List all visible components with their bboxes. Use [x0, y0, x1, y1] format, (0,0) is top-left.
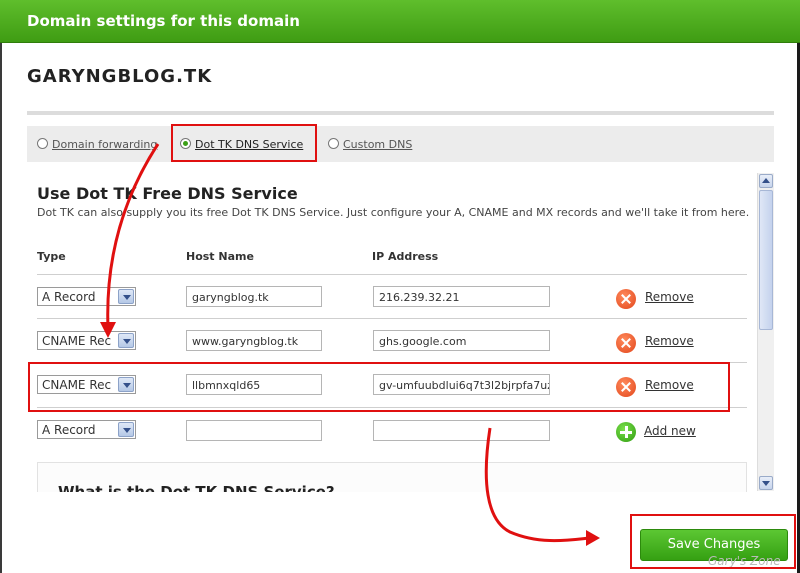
scrollbar-thumb[interactable]	[759, 190, 773, 330]
section-description: Dot TK can also supply you its free Dot …	[37, 206, 750, 219]
record-type-select[interactable]: CNAME Rec	[37, 331, 136, 350]
select-value: A Record	[42, 423, 96, 437]
column-header-type: Type	[37, 250, 66, 263]
service-options-bar: Domain forwarding Dot TK DNS Service Cus…	[27, 126, 774, 162]
frame-left-edge	[0, 43, 2, 573]
option-domain-forwarding[interactable]: Domain forwarding	[37, 138, 157, 151]
domain-name: GARYNGBLOG.TK	[27, 66, 213, 87]
dns-content-panel: Use Dot TK Free DNS Service Dot TK can a…	[27, 162, 757, 492]
vertical-scrollbar[interactable]	[757, 173, 774, 491]
select-value: A Record	[42, 290, 96, 304]
row-divider	[37, 318, 747, 319]
dialog-titlebar: Domain settings for this domain	[0, 0, 800, 43]
info-box: What is the Dot TK DNS Service?	[37, 462, 747, 492]
annotation-arrowhead	[586, 530, 600, 546]
ip-address-input[interactable]: 216.239.32.21	[373, 286, 550, 307]
chevron-down-icon[interactable]	[118, 333, 134, 348]
remove-x-icon[interactable]	[616, 333, 636, 353]
scroll-up-icon[interactable]	[759, 174, 773, 188]
header-divider	[27, 111, 774, 115]
info-heading: What is the Dot TK DNS Service?	[58, 483, 335, 492]
remove-link[interactable]: Remove	[645, 334, 694, 348]
host-name-input[interactable]: www.garyngblog.tk	[186, 330, 322, 351]
option-label: Domain forwarding	[52, 138, 158, 151]
host-name-input[interactable]	[186, 420, 322, 441]
ip-address-input[interactable]: ghs.google.com	[373, 330, 550, 351]
record-type-select[interactable]: A Record	[37, 287, 136, 306]
radio-icon[interactable]	[328, 138, 339, 149]
column-header-host: Host Name	[186, 250, 254, 263]
annotation-box-cname-row	[28, 362, 730, 412]
chevron-down-icon[interactable]	[118, 422, 134, 437]
dialog-title: Domain settings for this domain	[27, 12, 300, 30]
chevron-down-icon[interactable]	[118, 289, 134, 304]
row-divider	[37, 274, 747, 275]
remove-x-icon[interactable]	[616, 289, 636, 309]
radio-icon[interactable]	[37, 138, 48, 149]
add-plus-icon[interactable]	[616, 422, 636, 442]
annotation-box-dns-option	[171, 124, 317, 162]
remove-link[interactable]: Remove	[645, 290, 694, 304]
annotation-box-save	[630, 514, 796, 569]
select-value: CNAME Rec	[42, 334, 112, 348]
add-new-link[interactable]: Add new	[644, 424, 696, 438]
ip-address-input[interactable]	[373, 420, 550, 441]
scroll-down-icon[interactable]	[759, 476, 773, 490]
section-title: Use Dot TK Free DNS Service	[37, 184, 298, 203]
option-label: Custom DNS	[343, 138, 413, 151]
column-header-ip: IP Address	[372, 250, 439, 263]
record-type-select[interactable]: A Record	[37, 420, 136, 439]
option-custom-dns[interactable]: Custom DNS	[328, 138, 412, 151]
host-name-input[interactable]: garyngblog.tk	[186, 286, 322, 307]
